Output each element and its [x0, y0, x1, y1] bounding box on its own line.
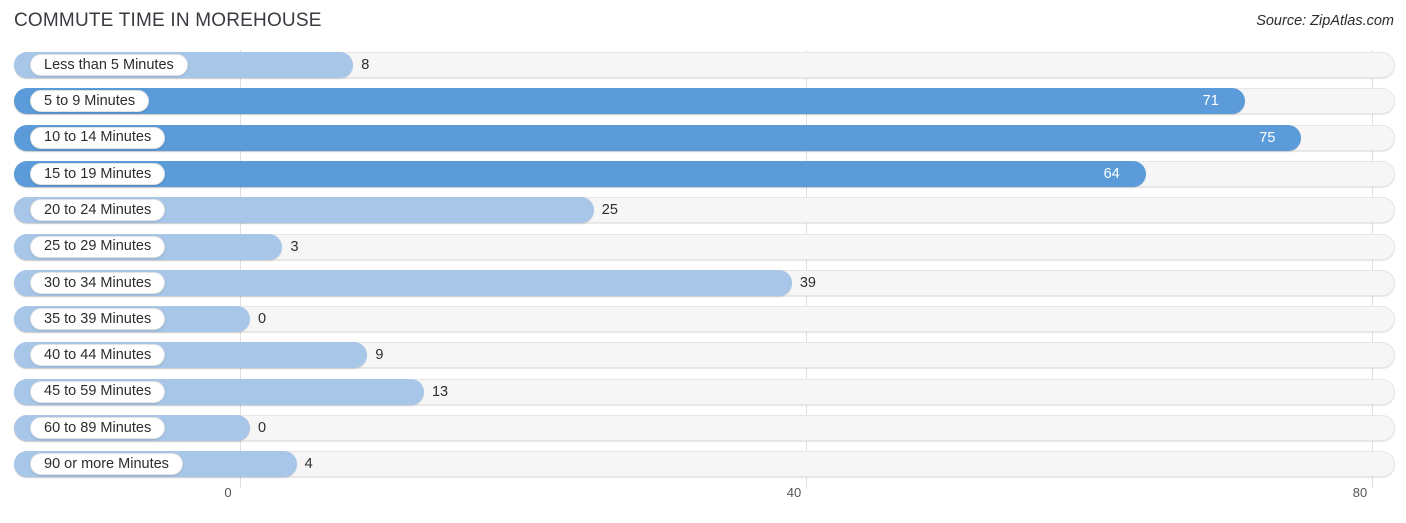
bar-value-label: 4	[304, 456, 313, 473]
bar-category-label: 40 to 44 Minutes	[44, 347, 152, 364]
bar-row[interactable]: 35 to 39 Minutes 0	[14, 306, 1395, 333]
bar-value-label: 9	[375, 347, 384, 364]
bar-value-label: 71	[1202, 93, 1219, 110]
bar-label-capsule: 35 to 39 Minutes	[30, 308, 166, 331]
bar-row[interactable]: 45 to 59 Minutes 13	[14, 378, 1395, 405]
bar-label-capsule: 5 to 9 Minutes	[30, 90, 150, 113]
bar-category-label: 25 to 29 Minutes	[44, 238, 152, 255]
bar-category-label: 35 to 39 Minutes	[44, 310, 152, 327]
bar-label-capsule: 20 to 24 Minutes	[30, 199, 166, 222]
bar-category-label: 10 to 14 Minutes	[44, 129, 152, 146]
bar-value-label: 39	[799, 274, 816, 291]
bar-label-capsule: 90 or more Minutes	[30, 453, 183, 476]
bar-label-capsule: 45 to 59 Minutes	[30, 380, 166, 403]
bar-category-label: Less than 5 Minutes	[44, 56, 174, 73]
plot-area: Less than 5 Minutes 8 5 to 9 Minutes 71 10 t…	[0, 50, 1406, 488]
bar-value-label: 0	[258, 420, 267, 436]
bar-fill	[14, 160, 1146, 187]
bar-row[interactable]: 5 to 9 Minutes 71	[14, 88, 1395, 115]
x-axis-tick-label: 40	[786, 485, 802, 500]
bar-fill	[14, 88, 1245, 115]
bar-label-capsule: 40 to 44 Minutes	[30, 344, 166, 367]
bar-value-label: 0	[258, 311, 267, 328]
bar-value-label: 64	[1103, 165, 1120, 182]
source-attribution: Source: ZipAtlas.com	[1256, 13, 1394, 29]
bar-row[interactable]: 90 or more Minutes 4	[14, 451, 1395, 478]
bar-category-label: 15 to 19 Minutes	[44, 165, 152, 182]
bar-category-label: 5 to 9 Minutes	[44, 93, 136, 110]
bar-row[interactable]: 25 to 29 Minutes 3	[14, 233, 1395, 260]
bar-category-label: 90 or more Minutes	[44, 456, 169, 473]
bar-category-label: 20 to 24 Minutes	[44, 201, 152, 218]
bar-category-label: 60 to 89 Minutes	[44, 419, 152, 436]
bar-value-label: 13	[431, 383, 449, 400]
bar-label-capsule: 60 to 89 Minutes	[30, 417, 166, 439]
x-axis-tick-label: 0	[224, 485, 232, 500]
bar-value-label: 75	[1259, 129, 1276, 146]
bar-label-capsule: Less than 5 Minutes	[30, 54, 188, 76]
bar-label-capsule: 30 to 34 Minutes	[30, 271, 166, 294]
bar-label-capsule: 25 to 29 Minutes	[30, 235, 166, 258]
bar-label-capsule: 10 to 14 Minutes	[30, 126, 166, 149]
chart-container: COMMUTE TIME IN MOREHOUSE Source: ZipAtl…	[0, 0, 1406, 523]
bar-row[interactable]: 40 to 44 Minutes 9	[14, 342, 1395, 369]
page-title: COMMUTE TIME IN MOREHOUSE	[14, 10, 322, 31]
bar-row[interactable]: Less than 5 Minutes 8	[14, 52, 1395, 78]
bar-fill	[14, 124, 1302, 151]
bar-row[interactable]: 30 to 34 Minutes 39	[14, 269, 1395, 296]
x-axis-tick-label: 80	[1352, 485, 1368, 500]
bar-value-label: 3	[290, 238, 299, 255]
bar-label-capsule: 15 to 19 Minutes	[30, 162, 166, 185]
bar-row[interactable]: 60 to 89 Minutes 0	[14, 415, 1395, 441]
bar-value-label: 8	[361, 57, 370, 73]
bar-category-label: 30 to 34 Minutes	[44, 274, 152, 291]
bar-row[interactable]: 10 to 14 Minutes 75	[14, 124, 1395, 151]
bar-row[interactable]: 15 to 19 Minutes 64	[14, 160, 1395, 187]
bar-row[interactable]: 20 to 24 Minutes 25	[14, 197, 1395, 224]
bar-category-label: 45 to 59 Minutes	[44, 383, 152, 400]
bar-value-label: 25	[601, 202, 618, 219]
x-axis: 0 40 80	[0, 483, 1406, 513]
